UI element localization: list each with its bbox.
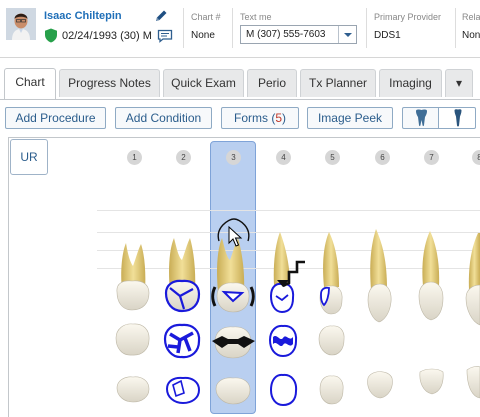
tooth-5[interactable] (318, 232, 345, 405)
tooth-1[interactable] (115, 243, 150, 403)
tooth-4[interactable] (268, 232, 305, 407)
tooth-3[interactable] (211, 218, 255, 405)
tooth-7[interactable] (418, 231, 444, 395)
tooth-6[interactable] (367, 229, 393, 399)
tooth-graphics[interactable] (0, 0, 480, 417)
tooth-8[interactable] (465, 233, 480, 399)
tooth-2[interactable] (163, 238, 201, 405)
